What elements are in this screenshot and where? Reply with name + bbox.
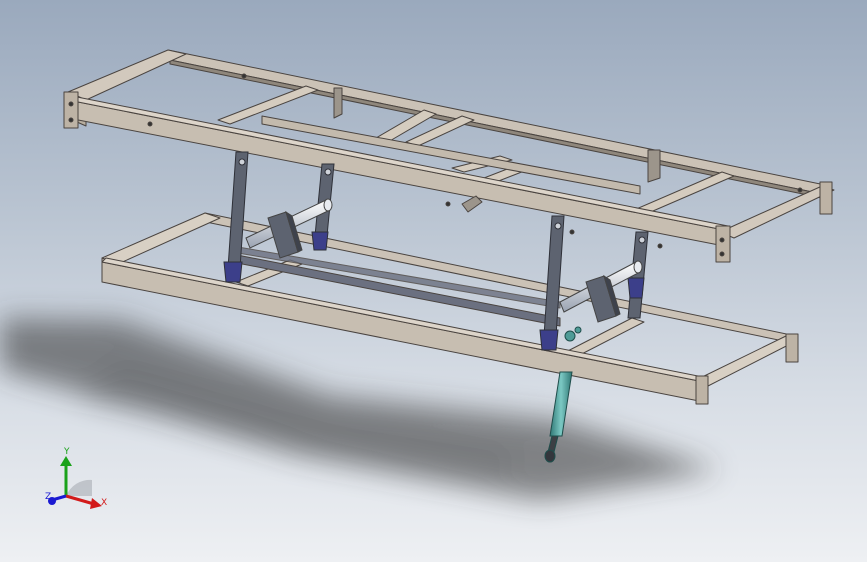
upper-bracket-left[interactable] xyxy=(333,87,343,119)
upper-bracket-mid[interactable] xyxy=(461,195,483,213)
link-front-right[interactable] xyxy=(543,215,565,337)
bracket-front-left[interactable] xyxy=(223,261,243,283)
bracket-front-right[interactable] xyxy=(539,329,559,351)
y-arrowhead xyxy=(60,456,72,466)
cad-model-scene[interactable]: Y X Z xyxy=(0,0,867,562)
triad-plane-fill xyxy=(66,479,92,496)
y-axis-label: Y xyxy=(63,447,70,457)
lower-right-end-beam[interactable] xyxy=(695,335,799,387)
coordinate-triad: Y X Z xyxy=(45,447,107,509)
upper-bracket-right[interactable] xyxy=(647,149,661,183)
ground-shadow xyxy=(0,318,720,500)
bracket-back-left[interactable] xyxy=(311,231,329,251)
upper-right-end-beam[interactable] xyxy=(719,185,835,239)
upper-near-rail[interactable] xyxy=(67,99,725,247)
x-axis-label: X xyxy=(101,498,107,508)
bracket-back-right[interactable] xyxy=(627,277,645,299)
upper-left-end-cap[interactable] xyxy=(63,91,79,129)
upper-right-end-cap[interactable] xyxy=(715,225,731,263)
x-axis-arrow xyxy=(65,494,95,506)
lower-left-end-beam[interactable] xyxy=(101,212,221,265)
model-viewport[interactable]: Y X Z xyxy=(0,0,867,562)
actuator-eye[interactable] xyxy=(544,449,556,463)
z-axis-label: Z xyxy=(45,492,51,502)
upper-left-end-beam[interactable] xyxy=(67,49,187,101)
